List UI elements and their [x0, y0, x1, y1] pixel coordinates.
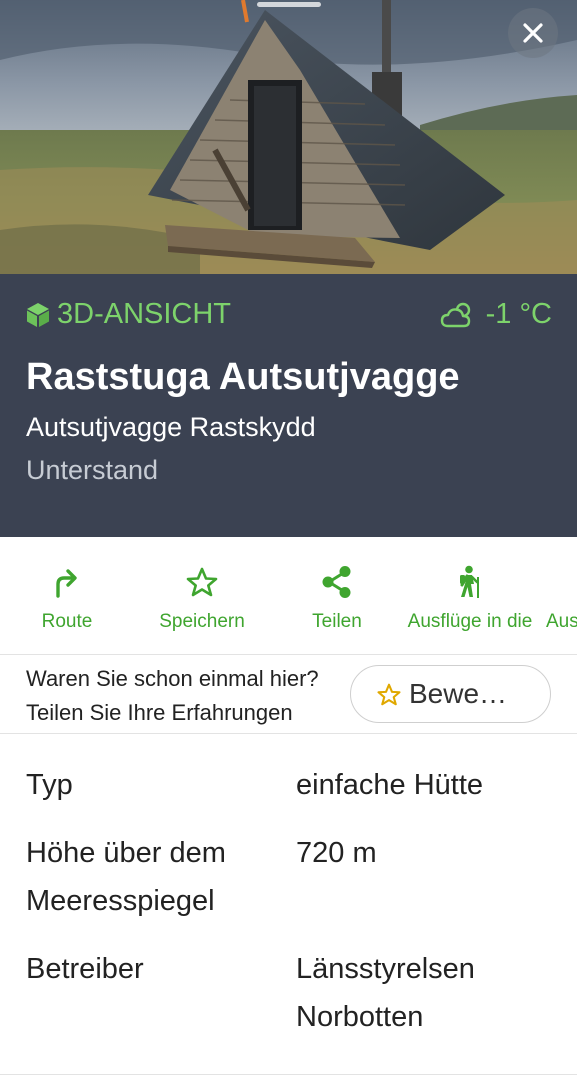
place-detail-sheet: 3D-ANSICHT -1 °C Raststuga Autsutjvagge …: [0, 0, 577, 1080]
divider: [0, 1074, 577, 1075]
review-subtext: Teilen Sie Ihre Erfahrungen: [26, 700, 293, 725]
action-bar: Route Speichern Teilen Ausflüge in die A…: [0, 537, 577, 655]
cube-icon: [27, 302, 49, 327]
temperature: -1 °C: [485, 298, 552, 330]
rate-button[interactable]: Bewe…: [350, 665, 551, 723]
detail-key: Höhe über dem Meeresspiegel: [26, 837, 226, 917]
place-category: Unterstand: [26, 455, 159, 485]
trips-button[interactable]: Ausflüge in die: [400, 537, 540, 654]
action-label: Speichern: [159, 611, 245, 632]
route-arrow-icon: [56, 569, 77, 598]
action-label: Aus: [546, 611, 577, 632]
detail-key: Typ: [26, 769, 73, 801]
action-label: Route: [41, 611, 93, 632]
review-prompt: Waren Sie schon einmal hier? Teilen Sie …: [0, 656, 577, 734]
page-title: Raststuga Autsutjvagge: [26, 356, 460, 398]
action-label: Ausflüge in die: [407, 611, 533, 632]
detail-value: Länsstyrelsen Norbotten: [296, 953, 475, 1033]
route-button[interactable]: Route: [34, 537, 100, 654]
detail-key: Betreiber: [26, 953, 144, 985]
page-subtitle: Autsutjvagge Rastskydd: [26, 412, 316, 442]
star-icon: [186, 567, 218, 597]
detail-value: 720 m: [296, 837, 377, 869]
rate-button-label: Bewe…: [409, 678, 508, 709]
more-action-button[interactable]: Aus: [546, 537, 577, 654]
3d-view-button[interactable]: 3D-ANSICHT: [26, 298, 231, 331]
share-button[interactable]: Teilen: [302, 537, 372, 654]
close-button[interactable]: [508, 8, 558, 58]
action-label: Teilen: [312, 611, 362, 632]
review-question: Waren Sie schon einmal hier?: [26, 666, 319, 691]
sheet-drag-handle[interactable]: [257, 2, 321, 7]
hiker-icon: [460, 565, 479, 598]
close-icon: [523, 23, 543, 43]
cloud-sun-icon: [440, 302, 470, 327]
share-icon: [322, 566, 351, 598]
hut-photo: [0, 0, 577, 274]
hero-photo[interactable]: [0, 0, 577, 274]
weather-info: -1 °C: [440, 298, 552, 331]
save-button[interactable]: Speichern: [152, 537, 252, 654]
star-outline-icon: [377, 683, 401, 705]
3d-view-label: 3D-ANSICHT: [57, 298, 232, 330]
place-header: 3D-ANSICHT -1 °C Raststuga Autsutjvagge …: [0, 274, 577, 537]
detail-value: einfache Hütte: [296, 769, 484, 801]
